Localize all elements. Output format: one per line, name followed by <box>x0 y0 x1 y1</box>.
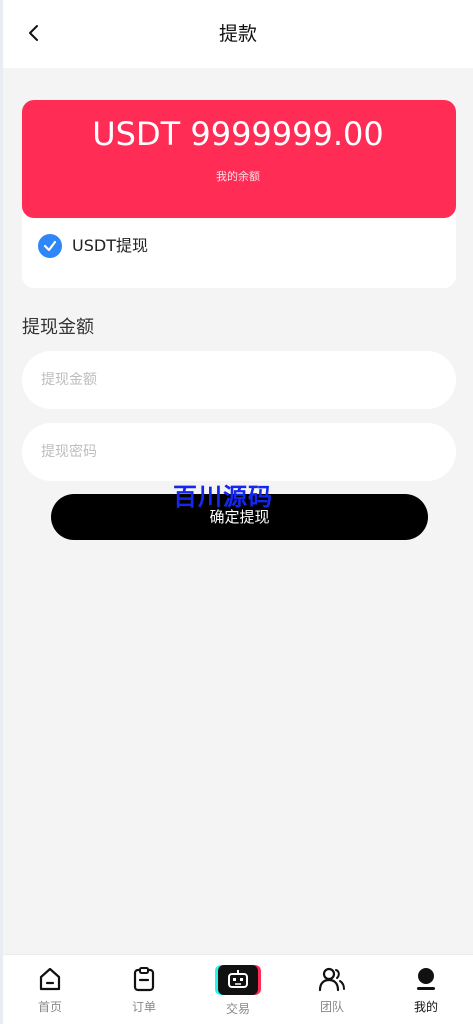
tab-label: 首页 <box>37 1000 62 1014</box>
tab-team[interactable]: 团队 <box>285 955 379 1024</box>
check-icon <box>43 240 57 252</box>
password-input[interactable] <box>22 423 456 481</box>
withdraw-page: 提款 USDT 9999999.00 我的余额 USDT提现 提现金额 确定提现… <box>3 0 473 1024</box>
top-header: 提款 <box>3 0 473 68</box>
method-label: USDT提现 <box>72 236 148 255</box>
balance-amount: USDT 9999999.00 <box>92 115 384 153</box>
clipboard-icon <box>130 965 158 993</box>
tab-label: 订单 <box>131 1000 156 1014</box>
amount-input[interactable] <box>22 351 456 409</box>
withdraw-method-card[interactable]: USDT提现 <box>22 210 456 288</box>
tab-trade[interactable]: 交易 <box>191 955 285 1024</box>
method-checkbox[interactable] <box>38 234 62 258</box>
section-title: 提现金额 <box>22 317 94 338</box>
home-icon <box>36 965 64 993</box>
tab-home[interactable]: 首页 <box>3 955 97 1024</box>
team-icon <box>318 965 346 993</box>
tab-mine[interactable]: 我的 <box>379 955 473 1024</box>
user-icon <box>412 965 440 993</box>
balance-label: 我的余额 <box>216 170 260 183</box>
confirm-withdraw-button[interactable]: 确定提现 <box>51 494 428 540</box>
tab-label: 交易 <box>225 1002 250 1016</box>
robot-icon <box>218 965 258 995</box>
page-title: 提款 <box>218 23 257 45</box>
tab-label: 团队 <box>319 1000 344 1014</box>
bottom-tabbar: 首页 订单 交易 团队 我的 <box>3 954 473 1024</box>
tab-label: 我的 <box>413 1000 438 1014</box>
tab-orders[interactable]: 订单 <box>97 955 191 1024</box>
